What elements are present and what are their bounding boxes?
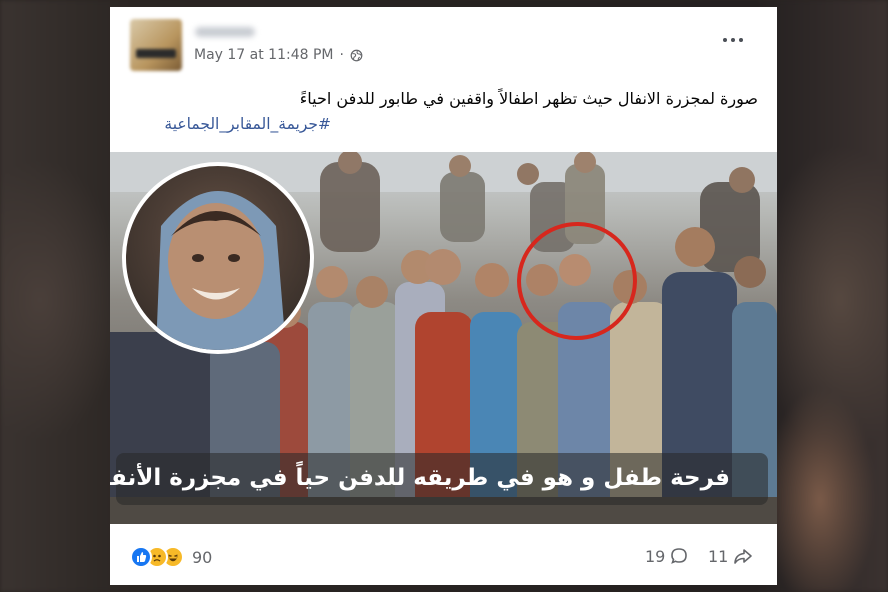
reaction-summary[interactable]: 90 [130, 546, 212, 568]
image-caption-box: فرحة طفل و هو في طريقه للدفن حياً في مجز… [110, 453, 768, 505]
meta-separator: · [339, 47, 344, 63]
post-body-text: صورة لمجزرة الانفال حيث تظهر اطفالاً واق… [299, 89, 758, 108]
post-timestamp[interactable]: May 17 at 11:48 PM [194, 47, 334, 63]
comment-count: 19 [645, 546, 666, 566]
image-caption-text: فرحة طفل و هو في طريقه للدفن حياً في مجز… [110, 465, 730, 491]
facebook-post-card: May 17 at 11:48 PM · صورة لمجزرة الانفال… [110, 7, 777, 585]
post-photo[interactable]: فرحة طفل و هو في طريقه للدفن حياً في مجز… [110, 152, 777, 524]
comment-icon [671, 548, 688, 564]
post-header: May 17 at 11:48 PM · [110, 7, 777, 79]
share-count: 11 [708, 546, 729, 566]
post-footer: 90 19 11 [110, 534, 777, 584]
more-options-button[interactable] [720, 33, 746, 47]
share-count-button[interactable]: 11 [708, 546, 754, 566]
more-horizontal-icon [723, 38, 727, 42]
author-name-redacted[interactable] [195, 27, 255, 37]
globe-icon[interactable] [350, 49, 363, 62]
author-avatar[interactable] [130, 19, 182, 71]
reaction-count: 90 [192, 547, 213, 567]
share-icon [734, 549, 753, 564]
post-hashtag-link[interactable]: #جريمة_المقابر_الجماعية [164, 115, 331, 133]
post-meta: May 17 at 11:48 PM · [194, 47, 363, 63]
zoomed-face-inset [122, 162, 314, 354]
comment-count-button[interactable]: 19 [645, 546, 689, 566]
like-icon [130, 546, 152, 568]
